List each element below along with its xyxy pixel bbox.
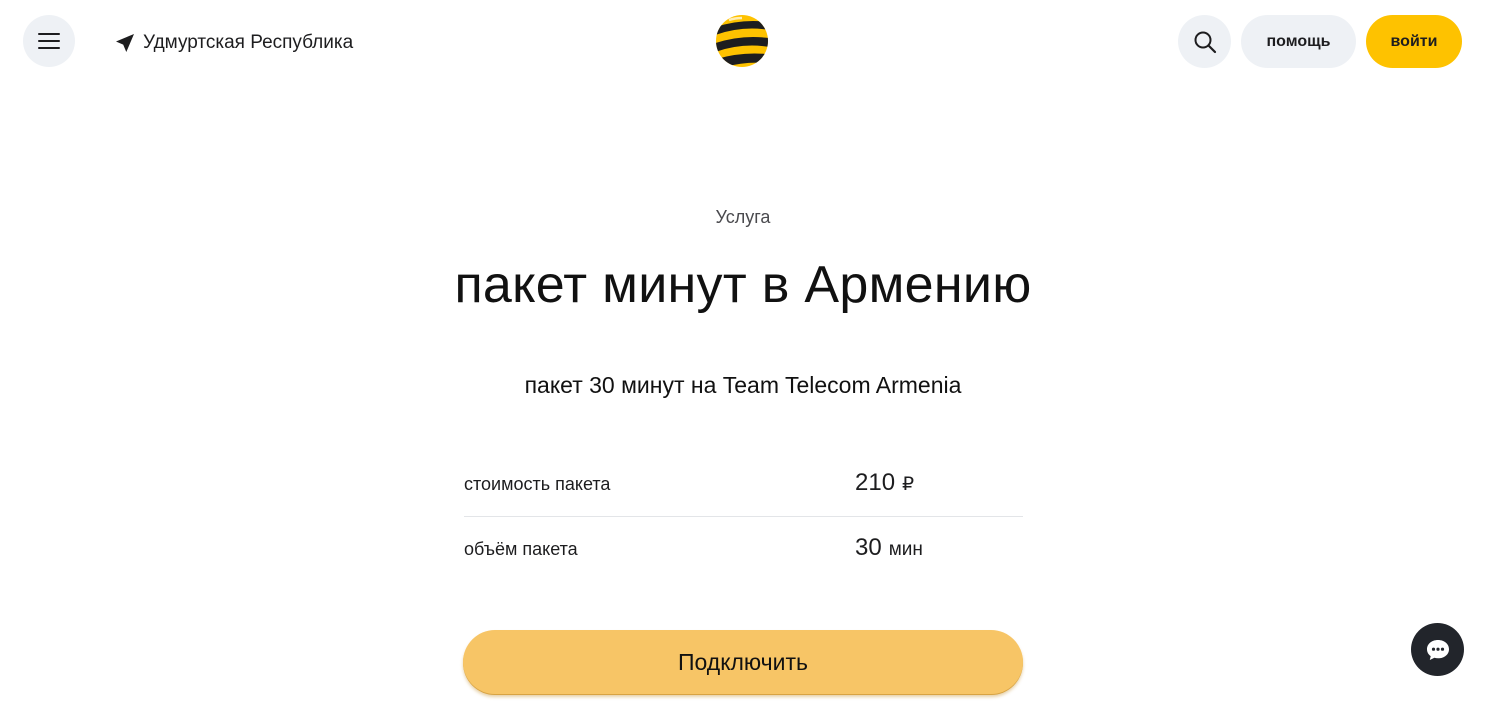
- region-label: Удмуртская Республика: [143, 32, 354, 53]
- param-row-volume: объём пакета 30 мин: [464, 517, 1023, 582]
- param-value: 30 мин: [855, 534, 923, 562]
- connect-button[interactable]: Подключить: [463, 630, 1023, 694]
- page-subtitle: пакет 30 минут на Team Telecom Armenia: [524, 372, 962, 398]
- search-icon: [1194, 31, 1216, 53]
- param-value: 210 ₽: [855, 469, 914, 497]
- search-button[interactable]: [1178, 15, 1231, 68]
- hamburger-icon: [38, 33, 60, 49]
- param-label: стоимость пакета: [464, 474, 611, 494]
- page-title: пакет минут в Армению: [454, 256, 1032, 314]
- service-eyebrow: Услуга: [715, 207, 771, 227]
- params-table: стоимость пакета 210 ₽ объём пакета 30 м…: [464, 452, 1023, 582]
- param-number: 30: [855, 534, 882, 561]
- location-arrow-icon: [116, 34, 134, 52]
- page: Удмуртская Республика помощь войти Услуг…: [0, 0, 1500, 717]
- help-button[interactable]: помощь: [1241, 15, 1356, 68]
- param-unit: ₽: [902, 474, 915, 495]
- param-unit: мин: [888, 539, 923, 560]
- chat-button[interactable]: [1411, 623, 1464, 676]
- param-number: 210: [855, 469, 896, 496]
- param-row-price: стоимость пакета 210 ₽: [464, 452, 1023, 517]
- chat-bubble-icon: [1426, 639, 1449, 660]
- region-selector[interactable]: Удмуртская Республика: [115, 30, 353, 56]
- login-button[interactable]: войти: [1366, 15, 1462, 68]
- menu-button[interactable]: [23, 15, 75, 67]
- beeline-logo[interactable]: [715, 14, 769, 68]
- param-label: объём пакета: [464, 539, 578, 559]
